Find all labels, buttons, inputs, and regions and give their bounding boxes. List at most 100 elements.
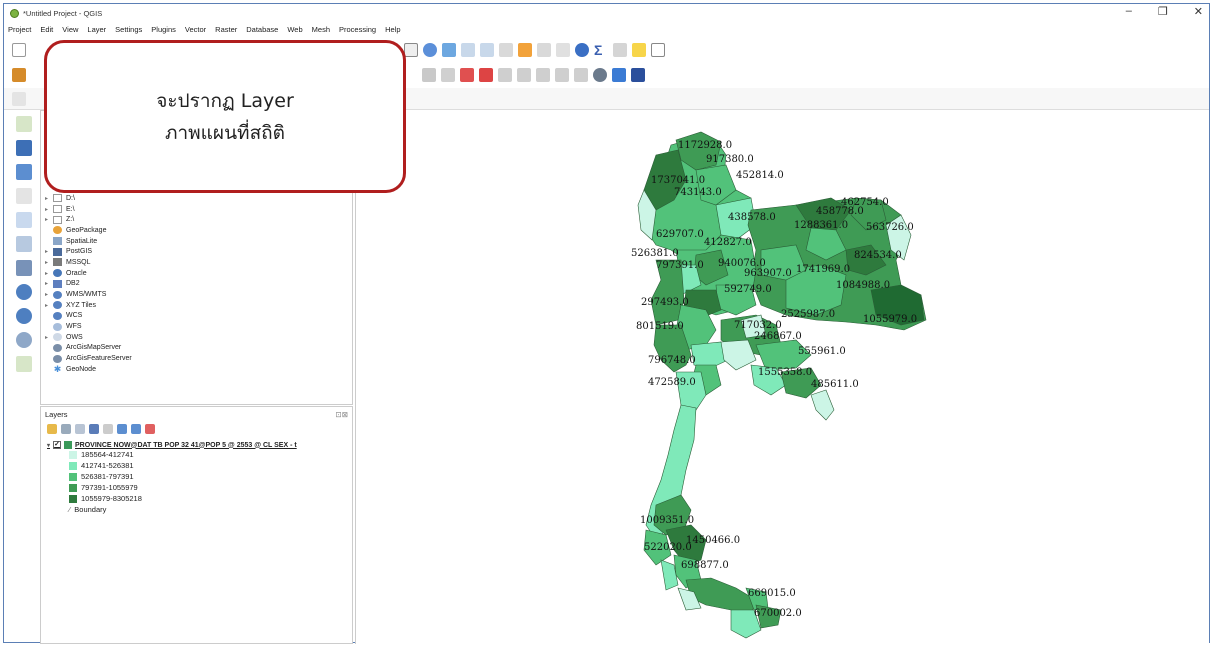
browser-item[interactable]: ▸ XYZ Tiles — [45, 300, 132, 311]
new-project-icon[interactable] — [12, 43, 26, 57]
pin-labels-icon[interactable] — [441, 68, 455, 82]
filter-icon[interactable] — [89, 424, 99, 434]
remove-layer-icon[interactable] — [145, 424, 155, 434]
change-label-icon[interactable] — [536, 68, 550, 82]
browser-item[interactable]: ▸ E:\ — [45, 204, 132, 215]
processing-toolbox-icon[interactable] — [575, 43, 589, 57]
show-labels-icon[interactable] — [479, 68, 493, 82]
map-canvas[interactable]: 1172928.0 917380.0 1737041.0 452814.0 743143… — [355, 110, 1209, 644]
digitize-icon[interactable] — [12, 68, 26, 82]
minimize-button[interactable]: – — [1126, 5, 1132, 18]
browser-item[interactable]: ▸ PostGIS — [45, 246, 132, 257]
manage-visibility-icon[interactable] — [75, 424, 85, 434]
menu-vector[interactable]: Vector — [185, 25, 206, 34]
panel-toggle-icon[interactable] — [12, 91, 26, 106]
browser-item[interactable]: ▸ OWS — [45, 332, 132, 343]
browser-item[interactable]: ✱ GeoNode — [45, 364, 132, 375]
browser-item[interactable]: ▸ DB2 — [45, 279, 132, 290]
measure-icon[interactable] — [613, 43, 627, 57]
expand-all-icon[interactable] — [117, 424, 127, 434]
help-icon[interactable] — [631, 68, 645, 82]
filter-by-expression-icon[interactable] — [103, 424, 113, 434]
browser-item[interactable]: ArcGisMapServer — [45, 343, 132, 354]
browser-tree: ▸ D:\ ▸ E:\ ▸ Z:\ GeoPackage SpatiaLite ▸ Po… — [45, 193, 132, 375]
plugin-globe-icon[interactable] — [593, 68, 607, 82]
label-properties-icon[interactable] — [555, 68, 569, 82]
menu-help[interactable]: Help — [385, 25, 400, 34]
browser-item[interactable]: WFS — [45, 321, 132, 332]
browser-item[interactable]: GeoPackage — [45, 225, 132, 236]
add-virtual-layer-icon[interactable] — [16, 236, 32, 252]
map-value-label: 801519.0 — [636, 321, 684, 332]
menu-layer[interactable]: Layer — [87, 25, 106, 34]
menu-raster[interactable]: Raster — [215, 25, 237, 34]
layer-checkbox[interactable]: ✓ — [53, 441, 62, 449]
add-raster-layer-icon[interactable] — [16, 140, 32, 156]
add-spatialite-icon[interactable] — [16, 212, 32, 228]
legend-class-row[interactable]: 412741-526381 — [47, 460, 297, 471]
menu-plugins[interactable]: Plugins — [151, 25, 176, 34]
menu-database[interactable]: Database — [246, 25, 278, 34]
sigma-icon[interactable]: Σ — [594, 43, 608, 57]
identify-icon[interactable] — [442, 43, 456, 57]
layer-item[interactable]: ▾ ✓ PROVINCE NOW@DAT TB POP 32 41@POP 5 … — [47, 441, 297, 449]
legend-class-row[interactable]: 1055979-8305218 — [47, 493, 297, 504]
thailand-choropleth-map[interactable]: 1172928.0 917380.01737041.0 452814.0 743143… — [356, 110, 1210, 644]
field-calculator-icon[interactable] — [537, 43, 551, 57]
add-vector-layer-icon[interactable] — [16, 116, 32, 132]
add-postgis-icon[interactable] — [16, 260, 32, 276]
select-by-expression-icon[interactable] — [499, 43, 513, 57]
statistics-icon[interactable] — [556, 43, 570, 57]
browser-item[interactable]: ▸ MSSQL — [45, 257, 132, 268]
refresh-icon[interactable] — [423, 43, 437, 57]
browser-item[interactable]: ▸ Oracle — [45, 268, 132, 279]
add-mesh-layer-icon[interactable] — [16, 164, 32, 180]
menu-mesh[interactable]: Mesh — [312, 25, 330, 34]
save-edits-icon[interactable] — [404, 43, 418, 57]
menu-processing[interactable]: Processing — [339, 25, 376, 34]
legend-class-row[interactable]: 526381-797391 — [47, 471, 297, 482]
map-value-label: 1084988.0 — [836, 280, 890, 291]
add-wms-icon[interactable] — [16, 284, 32, 300]
add-delimited-text-icon[interactable] — [16, 188, 32, 204]
close-button[interactable]: ✕ — [1194, 5, 1203, 18]
legend-class-row[interactable]: 185564-412741 — [47, 449, 297, 460]
highlight-labels-icon[interactable] — [460, 68, 474, 82]
browser-item[interactable]: ▸ Z:\ — [45, 214, 132, 225]
legend-swatch — [69, 461, 77, 470]
python-console-icon[interactable] — [612, 68, 626, 82]
collapse-icon[interactable]: ▾ — [47, 442, 50, 449]
province-songkhla[interactable] — [685, 577, 757, 616]
add-wfs-icon[interactable] — [16, 332, 32, 348]
rotate-label-icon[interactable] — [517, 68, 531, 82]
select-icon[interactable] — [461, 43, 475, 57]
move-label-icon[interactable] — [498, 68, 512, 82]
browser-item[interactable]: WCS — [45, 311, 132, 322]
browser-item[interactable]: ▸ D:\ — [45, 193, 132, 204]
add-wcs-icon[interactable] — [16, 308, 32, 324]
collapse-all-icon[interactable] — [131, 424, 141, 434]
map-tips-icon[interactable] — [632, 43, 646, 57]
menu-edit[interactable]: Edit — [40, 25, 53, 34]
browser-item[interactable]: SpatiaLite — [45, 236, 132, 247]
legend-class-row[interactable]: 797391-1055979 — [47, 482, 297, 493]
menu-web[interactable]: Web — [287, 25, 302, 34]
browser-item[interactable]: ▸ WMS/WMTS — [45, 289, 132, 300]
province-trat[interactable] — [810, 389, 835, 421]
label-tool-icon[interactable] — [422, 68, 436, 82]
menu-settings[interactable]: Settings — [115, 25, 142, 34]
new-layer-icon[interactable] — [16, 356, 32, 372]
menu-view[interactable]: View — [62, 25, 78, 34]
add-group-icon[interactable] — [61, 424, 71, 434]
style-icon[interactable] — [47, 424, 57, 434]
open-attribute-table-icon[interactable] — [518, 43, 532, 57]
map-value-label: 824534.0 — [854, 250, 902, 261]
maximize-button[interactable]: ❐ — [1158, 5, 1168, 18]
text-annotation-icon[interactable] — [651, 43, 665, 57]
panel-close-icon[interactable]: ⊡⊠ — [335, 410, 348, 419]
menu-project[interactable]: Project — [8, 25, 31, 34]
legend-boundary-row[interactable]: ⁄ Boundary — [47, 504, 297, 515]
browser-item[interactable]: ArcGisFeatureServer — [45, 353, 132, 364]
diagram-icon[interactable] — [574, 68, 588, 82]
deselect-icon[interactable] — [480, 43, 494, 57]
